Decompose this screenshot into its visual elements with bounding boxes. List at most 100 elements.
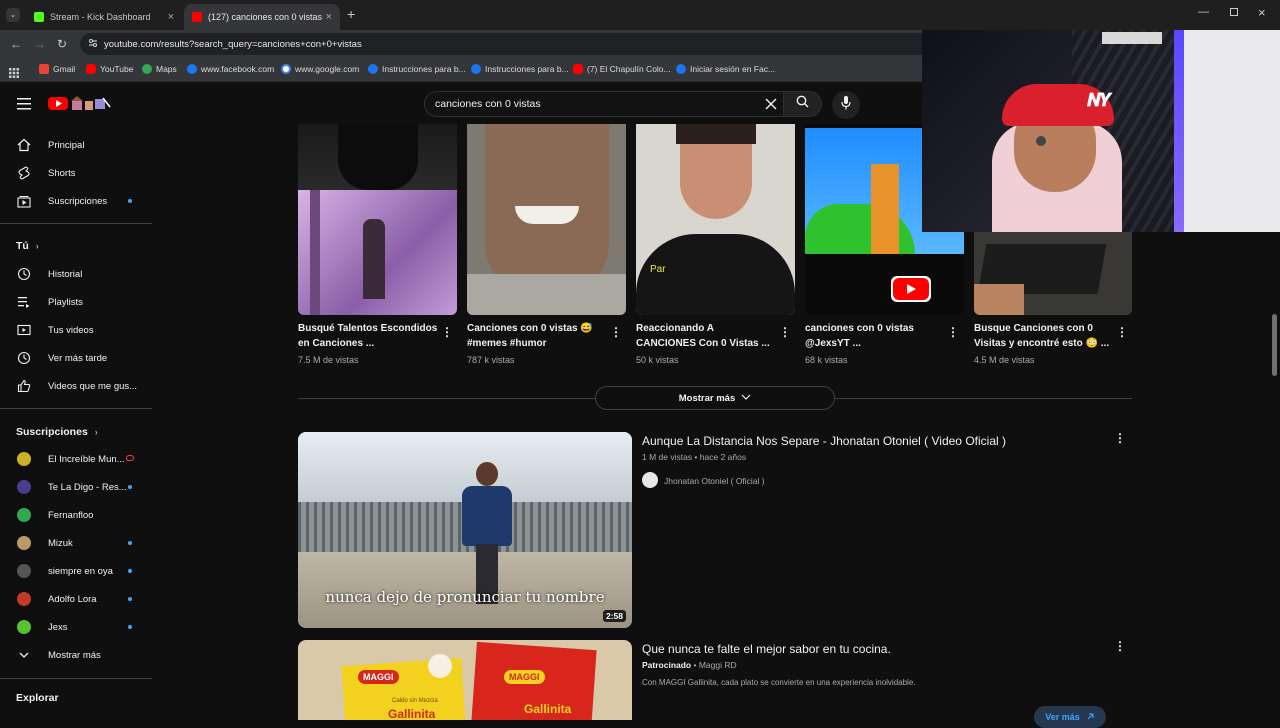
clear-search-icon[interactable] — [765, 98, 777, 110]
short-title[interactable]: Busqué Talentos Escondidos en Canciones … — [298, 321, 438, 351]
reload-icon[interactable]: ↻ — [57, 37, 67, 51]
address-bar[interactable]: youtube.com/results?search_query=cancion… — [80, 33, 940, 55]
bookmark-maps[interactable]: Maps — [142, 64, 177, 74]
bookmark-google[interactable]: www.google.com — [281, 64, 359, 74]
close-tab-icon[interactable]: × — [168, 11, 174, 23]
bookmark-gmail[interactable]: Gmail — [39, 64, 75, 74]
subscription-item[interactable]: siempre en oya — [0, 558, 152, 584]
facebook-icon — [368, 64, 378, 74]
bookmark-facebook[interactable]: www.facebook.com — [187, 64, 274, 74]
more-options-icon[interactable]: ⋮ — [1114, 431, 1126, 445]
minimize-window-icon[interactable]: — — [1198, 6, 1209, 18]
bookmark-youtube[interactable]: YouTube — [86, 64, 133, 74]
subscription-item[interactable]: El Increíble Mun... — [0, 446, 152, 472]
ad-thumbnail[interactable]: MAGGI Caldo sin Mezcla Gallinita MAGGI G… — [298, 640, 632, 720]
sidebar-item-suscripciones[interactable]: Suscripciones — [0, 188, 152, 214]
bookmark-instrucciones-1[interactable]: Instrucciones para b... — [368, 64, 466, 74]
search-button[interactable] — [784, 91, 822, 117]
search-query-text: canciones con 0 vistas — [435, 98, 541, 110]
tab-youtube-search[interactable]: (127) canciones con 0 vistas - Y × — [184, 4, 340, 30]
short-thumbnail[interactable] — [298, 124, 457, 315]
ad-title[interactable]: Que nunca te falte el mejor sabor en tu … — [642, 642, 891, 656]
facebook-icon — [187, 64, 197, 74]
thumbnail-caption: nunca dejo de pronunciar tu nombre — [325, 588, 605, 606]
channel-avatar — [17, 620, 31, 634]
sidebar-show-more[interactable]: Mostrar más — [0, 642, 152, 668]
sidebar-item-principal[interactable]: Principal — [0, 132, 152, 158]
short-title[interactable]: Canciones con 0 vistas 😅 #memes #humor — [467, 321, 607, 351]
search-input[interactable]: canciones con 0 vistas — [424, 91, 784, 117]
ver-mas-button[interactable]: Ver más — [1034, 706, 1106, 728]
subscription-item[interactable]: Fernanfloo — [0, 502, 152, 528]
close-window-icon[interactable]: × — [1258, 5, 1266, 20]
watch-later-icon — [17, 351, 31, 365]
short-views: 7.5 M de vistas — [298, 355, 359, 365]
more-options-icon[interactable]: ⋮ — [947, 325, 959, 339]
back-arrow-icon[interactable]: ← — [10, 37, 22, 51]
tab-kick-dashboard[interactable]: Stream - Kick Dashboard × — [26, 4, 182, 30]
new-content-dot — [128, 541, 132, 545]
short-thumbnail[interactable] — [467, 124, 626, 315]
video-title[interactable]: Aunque La Distancia Nos Separe - Jhonata… — [642, 434, 1006, 448]
more-options-icon[interactable]: ⋮ — [1114, 639, 1126, 653]
live-icon — [126, 455, 134, 461]
apps-grid-icon[interactable] — [9, 65, 19, 78]
short-title[interactable]: Busque Canciones con 0 Visitas y encontr… — [974, 321, 1114, 351]
channel-avatar — [17, 536, 31, 550]
chevron-down-icon — [741, 393, 751, 404]
facebook-icon — [471, 64, 481, 74]
new-content-dot — [128, 569, 132, 573]
sidebar-item-shorts[interactable]: Shorts — [0, 160, 152, 186]
channel-avatar — [17, 480, 31, 494]
hamburger-menu-icon[interactable] — [17, 97, 31, 110]
subscription-item[interactable]: Jexs — [0, 614, 152, 640]
sidebar-item-tus-videos[interactable]: Tus videos — [0, 317, 152, 343]
tab-search-dropdown-button[interactable]: ⌄ — [6, 8, 20, 22]
video-thumbnail[interactable]: nunca dejo de pronunciar tu nombre 2:58 — [298, 432, 632, 628]
bookmark-instrucciones-2[interactable]: Instrucciones para b... — [471, 64, 569, 74]
ad-description: Con MAGGI Gallinita, cada plato se convi… — [642, 678, 916, 687]
channel-avatar[interactable] — [642, 472, 658, 488]
short-views: 787 k vistas — [467, 355, 515, 365]
video-duration-badge: 2:58 — [602, 610, 626, 622]
sidebar-item-playlists[interactable]: Playlists — [0, 289, 152, 315]
kick-favicon-icon — [34, 12, 44, 22]
more-options-icon[interactable]: ⋮ — [1116, 325, 1128, 339]
voice-search-button[interactable] — [832, 91, 860, 119]
sidebar-subscriptions-header[interactable]: Suscripciones › — [16, 426, 98, 438]
more-options-icon[interactable]: ⋮ — [441, 325, 453, 339]
chevron-down-icon — [17, 648, 31, 662]
shorts-icon — [17, 166, 31, 180]
page-scrollbar-thumb[interactable] — [1272, 314, 1277, 376]
playlists-icon — [17, 295, 31, 309]
show-more-button[interactable]: Mostrar más — [595, 386, 835, 410]
sidebar-you-header[interactable]: Tú › — [16, 240, 39, 252]
new-tab-button[interactable]: + — [347, 6, 355, 22]
restore-window-icon[interactable] — [1230, 8, 1238, 16]
sidebar-item-historial[interactable]: Historial — [0, 261, 152, 287]
short-title[interactable]: canciones con 0 vistas @JexsYT ... — [805, 321, 945, 351]
youtube-logo[interactable] — [48, 95, 112, 111]
site-info-icon[interactable] — [88, 38, 98, 48]
more-options-icon[interactable]: ⋮ — [610, 325, 622, 339]
channel-name[interactable]: Jhonatan Otoniel ( Oficial ) — [664, 476, 765, 486]
bookmark-facebook-login[interactable]: Iniciar sesión en Fac... — [676, 64, 775, 74]
channel-avatar — [17, 508, 31, 522]
sidebar-item-ver-mas-tarde[interactable]: Ver más tarde — [0, 345, 152, 371]
subscription-item[interactable]: Mizuk — [0, 530, 152, 556]
forward-arrow-icon[interactable]: → — [34, 37, 46, 51]
subscription-item[interactable]: Adolfo Lora — [0, 586, 152, 612]
new-content-dot — [128, 625, 132, 629]
channel-avatar — [17, 452, 31, 466]
short-title[interactable]: Reaccionando A CANCIONES Con 0 Vistas ..… — [636, 321, 776, 351]
short-thumbnail[interactable]: Par — [636, 124, 795, 315]
browser-tab-bar: ⌄ Stream - Kick Dashboard × (127) cancio… — [0, 0, 1280, 30]
sidebar-item-videos-que-me-gustan[interactable]: Videos que me gus... — [0, 373, 152, 399]
streamer-webcam-overlay: 𝑵𝒀 — [922, 30, 1280, 232]
microphone-icon — [841, 95, 851, 115]
subscription-item[interactable]: Te La Digo - Res... — [0, 474, 152, 500]
chevron-right-icon: › — [35, 241, 39, 251]
more-options-icon[interactable]: ⋮ — [779, 325, 791, 339]
close-tab-icon[interactable]: × — [326, 11, 332, 23]
bookmark-chapulin[interactable]: (7) El Chapulín Colo... — [573, 64, 671, 74]
